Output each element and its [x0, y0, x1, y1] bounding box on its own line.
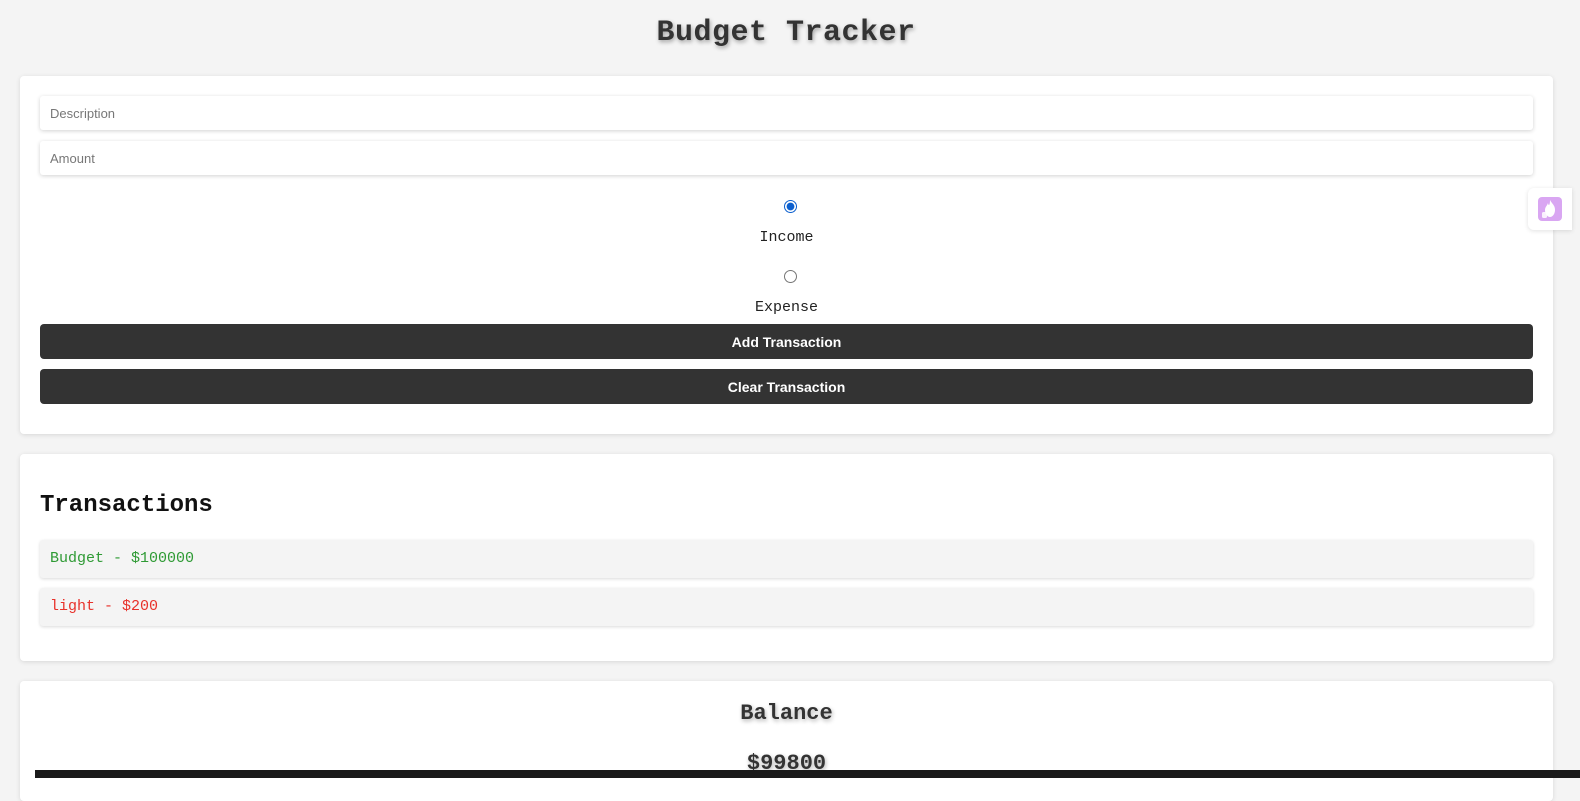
transactions-heading: Transactions	[40, 492, 213, 519]
transaction-item: Budget - $100000	[40, 540, 1533, 578]
transaction-item: light - $200	[40, 588, 1533, 626]
income-radio-label: Income	[759, 229, 814, 246]
add-transaction-button[interactable]: Add Transaction	[40, 324, 1533, 359]
amount-input[interactable]	[40, 141, 1533, 175]
transactions-card: Transactions Budget - $100000 light - $2…	[20, 454, 1553, 661]
clear-transaction-button[interactable]: Clear Transaction	[40, 369, 1533, 404]
income-radio[interactable]	[784, 200, 797, 213]
side-widget-button[interactable]	[1528, 188, 1572, 230]
page-title: Budget Tracker	[656, 16, 916, 50]
description-input[interactable]	[40, 96, 1533, 130]
balance-card: Balance $99800	[20, 681, 1553, 801]
expense-radio-label: Expense	[754, 299, 818, 316]
balance-heading: Balance	[740, 701, 833, 726]
bottom-edge-bar	[35, 770, 1580, 778]
expense-radio[interactable]	[784, 270, 797, 283]
transaction-form-card: Income Expense Add Transaction Clear Tra…	[20, 76, 1553, 434]
hand-flame-icon	[1538, 197, 1562, 221]
